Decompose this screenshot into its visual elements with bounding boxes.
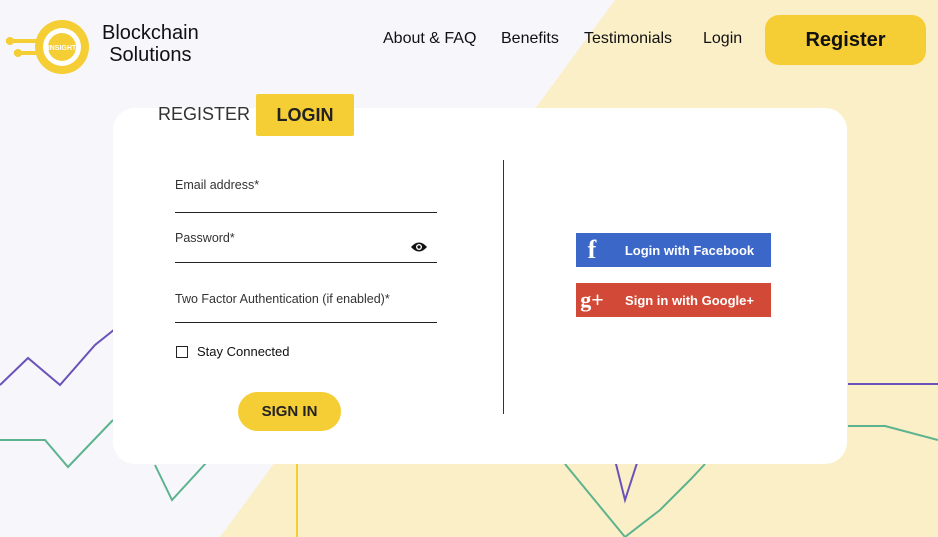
brand-line-2: Solutions [109,44,192,66]
facebook-login-button[interactable]: f Login with Facebook [576,233,771,267]
eye-icon[interactable] [411,241,427,253]
brand-name: Blockchain Solutions [102,22,199,66]
nav-benefits[interactable]: Benefits [501,30,559,48]
tab-login[interactable]: LOGIN [256,94,354,136]
sign-in-button[interactable]: SIGN IN [238,392,341,431]
google-login-button[interactable]: g+ Sign in with Google+ [576,283,771,317]
stay-connected: Stay Connected [176,344,290,359]
facebook-label: Login with Facebook [624,242,755,258]
email-underline [175,212,437,213]
card-divider [503,160,504,414]
email-label: Email address* [175,178,260,192]
facebook-icon: f [587,235,597,264]
logo-text: INSIGHT [48,45,77,52]
stay-connected-label: Stay Connected [197,344,290,359]
insight-logo-icon[interactable]: INSIGHT [6,14,92,76]
google-plus-icon: g+ [580,287,604,312]
stay-connected-checkbox[interactable] [176,345,188,358]
password-label: Password* [175,231,235,245]
password-underline [175,262,437,263]
email-field[interactable]: Email address* [175,178,437,214]
two-factor-underline [175,322,437,323]
tab-register[interactable]: REGISTER [158,104,250,125]
two-factor-label: Two Factor Authentication (if enabled)* [175,292,390,306]
nav-testimonials[interactable]: Testimonials [584,30,672,48]
background-purple-line [0,324,121,387]
brand-line-1: Blockchain [102,22,199,44]
nav-login[interactable]: Login [703,30,742,48]
password-field[interactable]: Password* [175,231,437,264]
two-factor-field[interactable]: Two Factor Authentication (if enabled)* [175,292,437,324]
register-button[interactable]: Register [765,15,926,65]
google-label: Sign in with Google+ [625,292,754,308]
nav-about-faq[interactable]: About & FAQ [383,30,476,48]
